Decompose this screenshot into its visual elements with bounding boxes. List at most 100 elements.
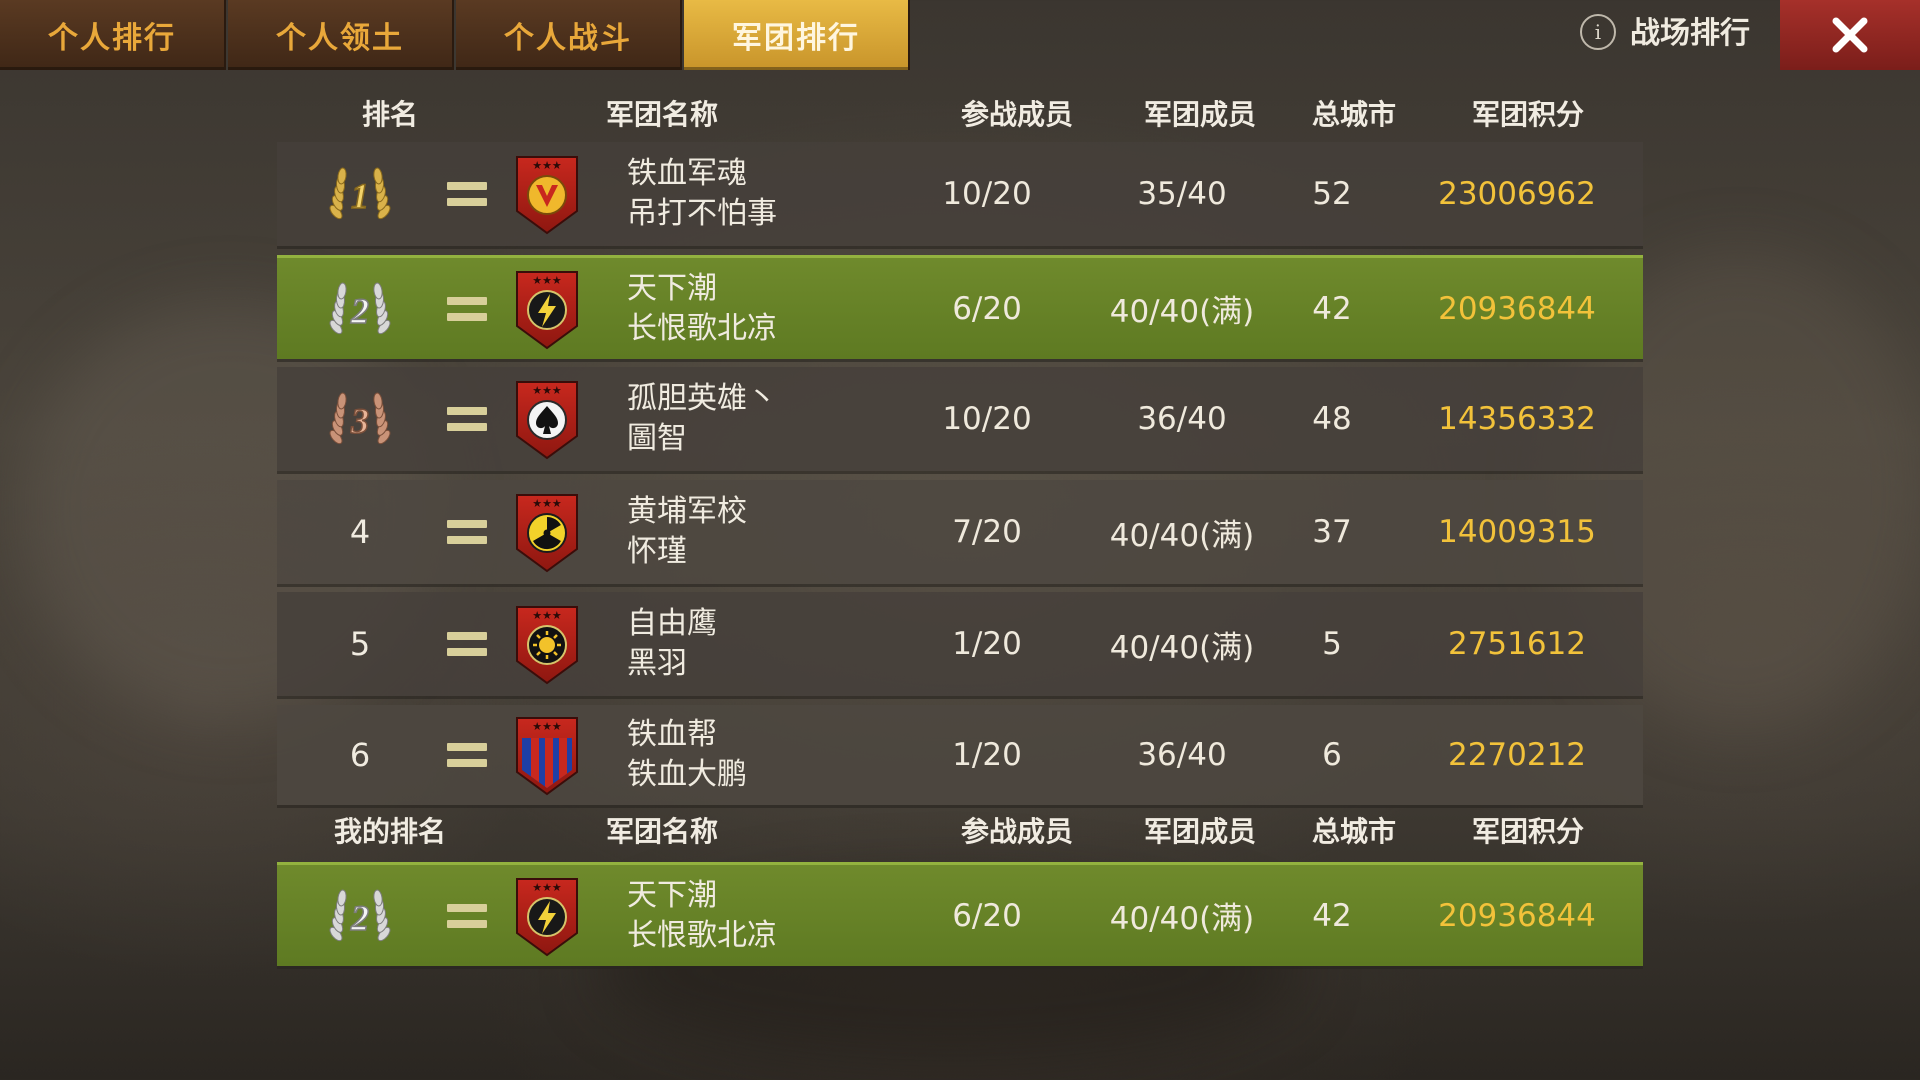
- svg-text:★★★: ★★★: [532, 497, 562, 510]
- legion-name-cell: 自由鹰 黑羽: [627, 592, 927, 696]
- legion-name-cell: 天下潮 长恨歌北凉: [627, 258, 927, 359]
- table-row[interactable]: 3 ★★★ 孤胆英雄丶 圖智 10/20 36/40 48 14356332: [277, 367, 1643, 471]
- members-value: 36/40: [1137, 401, 1227, 437]
- legion-leader: 圖智: [627, 421, 687, 456]
- participants-value: 6/20: [952, 897, 1022, 934]
- close-icon: [1832, 17, 1868, 53]
- participants-value: 7/20: [952, 514, 1022, 550]
- rank-cell: 5: [305, 592, 415, 696]
- score-value: 20936844: [1438, 897, 1596, 934]
- rank-no-change-icon: [437, 592, 497, 696]
- participants-value: 1/20: [952, 626, 1022, 662]
- rank-cell: 3: [305, 367, 415, 471]
- laurel-rank-icon: 3: [329, 392, 391, 445]
- table-row[interactable]: 4 ★★★ 黄埔军校 怀瑾 7/20 40/40(满) 37 14009315: [277, 480, 1643, 584]
- score-value: 2270212: [1447, 737, 1587, 773]
- cities-value: 6: [1322, 737, 1342, 773]
- members-value: 40/40(满): [1109, 629, 1255, 666]
- cities-value: 52: [1312, 176, 1352, 212]
- laurel-rank-icon: 2: [329, 889, 391, 941]
- legion-name: 黄埔军校: [627, 494, 747, 529]
- legion-leader: 怀瑾: [627, 534, 687, 569]
- participants-value: 10/20: [942, 401, 1032, 437]
- svg-text:★★★: ★★★: [532, 384, 562, 397]
- members-value: 40/40(满): [1109, 294, 1255, 330]
- svg-text:2: 2: [350, 898, 369, 938]
- v-emblem-icon: ★★★: [516, 156, 578, 235]
- laurel-rank-icon: 1: [329, 167, 391, 220]
- cities-value: 48: [1312, 401, 1352, 437]
- table-row[interactable]: 1 ★★★ 铁血军魂 吊打不怕事 10/20 35/40 52 23006962: [277, 142, 1643, 246]
- rank-no-change-icon: [437, 865, 497, 966]
- cities-value: 37: [1312, 514, 1352, 550]
- svg-text:1: 1: [351, 176, 369, 216]
- top-bar: 个人排行 个人领土 个人战斗 军团排行 i 战场排行: [0, 0, 1920, 70]
- svg-text:★★★: ★★★: [532, 274, 562, 287]
- svg-text:★★★: ★★★: [532, 881, 562, 894]
- participants-value: 10/20: [942, 176, 1032, 212]
- legion-name-cell: 天下潮 长恨歌北凉: [627, 865, 927, 966]
- tab-personal-ranking[interactable]: 个人排行: [0, 0, 226, 70]
- header-score: 军团积分: [1471, 815, 1585, 848]
- legion-name-cell: 孤胆英雄丶 圖智: [627, 367, 927, 471]
- lightning-emblem-icon: ★★★: [516, 877, 578, 956]
- header-members: 军团成员: [1143, 98, 1257, 131]
- legion-badge: ★★★: [507, 367, 587, 471]
- legion-leader: 铁血大鹏: [627, 757, 747, 792]
- members-value: 40/40(满): [1109, 901, 1255, 937]
- battlefield-ranking-link[interactable]: 战场排行: [1630, 0, 1750, 60]
- score-value: 20936844: [1438, 290, 1596, 327]
- legion-name: 孤胆英雄丶: [627, 381, 777, 416]
- stripes-emblem-icon: ★★★: [516, 717, 578, 796]
- cities-value: 42: [1312, 290, 1352, 327]
- tab-personal-territory[interactable]: 个人领土: [228, 0, 454, 70]
- rank-no-change-icon: [437, 142, 497, 246]
- rank-number: 5: [349, 625, 371, 663]
- legion-badge: ★★★: [507, 258, 587, 359]
- cities-value: 42: [1312, 897, 1352, 934]
- legion-name: 天下潮: [627, 270, 717, 306]
- table-row[interactable]: 2 ★★★ 天下潮 长恨歌北凉 6/20 40/40(满) 42 2093684…: [277, 255, 1643, 359]
- rank-cell: 6: [305, 705, 415, 805]
- rank-cell: 2: [305, 865, 415, 966]
- header-legion-name: 军团名称: [605, 815, 719, 848]
- legion-name: 铁血军魂: [627, 156, 747, 191]
- header-my-rank: 我的排名: [333, 815, 447, 848]
- rank-cell: 1: [305, 142, 415, 246]
- header-members: 军团成员: [1143, 815, 1257, 848]
- tab-legion-ranking[interactable]: 军团排行: [684, 0, 910, 70]
- score-value: 23006962: [1438, 176, 1596, 212]
- rank-cell: 2: [305, 258, 415, 359]
- header-legion-name: 军团名称: [605, 98, 719, 131]
- lightning-emblem-icon: ★★★: [516, 270, 578, 349]
- svg-text:3: 3: [350, 401, 369, 441]
- cities-value: 5: [1322, 626, 1342, 662]
- score-value: 2751612: [1447, 626, 1587, 662]
- legion-badge: ★★★: [507, 142, 587, 246]
- laurel-rank-icon: 2: [329, 282, 391, 334]
- legion-badge: ★★★: [507, 865, 587, 966]
- legion-name: 天下潮: [627, 877, 717, 913]
- header-participants: 参战成员: [960, 98, 1074, 131]
- score-value: 14009315: [1438, 514, 1596, 550]
- ranking-table-header: 排名 军团名称 参战成员 军团成员 总城市 军团积分: [0, 88, 1920, 138]
- close-button[interactable]: [1780, 0, 1920, 70]
- table-row[interactable]: 5 ★★★ 自由鹰 黑羽 1/20 40/40(满) 5 2751612: [277, 592, 1643, 696]
- legion-name-cell: 铁血军魂 吊打不怕事: [627, 142, 927, 246]
- header-participants: 参战成员: [960, 815, 1074, 848]
- members-value: 36/40: [1137, 737, 1227, 773]
- my-rank-row[interactable]: 2 ★★★ 天下潮 长恨歌北凉 6/20 40/40(满) 42 2093684…: [277, 862, 1643, 966]
- rank-no-change-icon: [437, 480, 497, 584]
- header-cities: 总城市: [1311, 98, 1397, 131]
- legion-leader: 吊打不怕事: [627, 196, 777, 231]
- legion-badge: ★★★: [507, 592, 587, 696]
- info-icon[interactable]: i: [1580, 14, 1616, 50]
- participants-value: 6/20: [952, 290, 1022, 327]
- tab-personal-battle[interactable]: 个人战斗: [456, 0, 682, 70]
- my-rank-header: 我的排名 军团名称 参战成员 军团成员 总城市 军团积分: [0, 805, 1920, 855]
- rank-number: 6: [349, 736, 371, 774]
- table-row[interactable]: 6 ★★★ 铁血帮 铁血大鹏 1/20 36/40 6 2270212: [277, 705, 1643, 805]
- legion-name: 铁血帮: [627, 717, 717, 752]
- rank-no-change-icon: [437, 705, 497, 805]
- legion-badge: ★★★: [507, 705, 587, 805]
